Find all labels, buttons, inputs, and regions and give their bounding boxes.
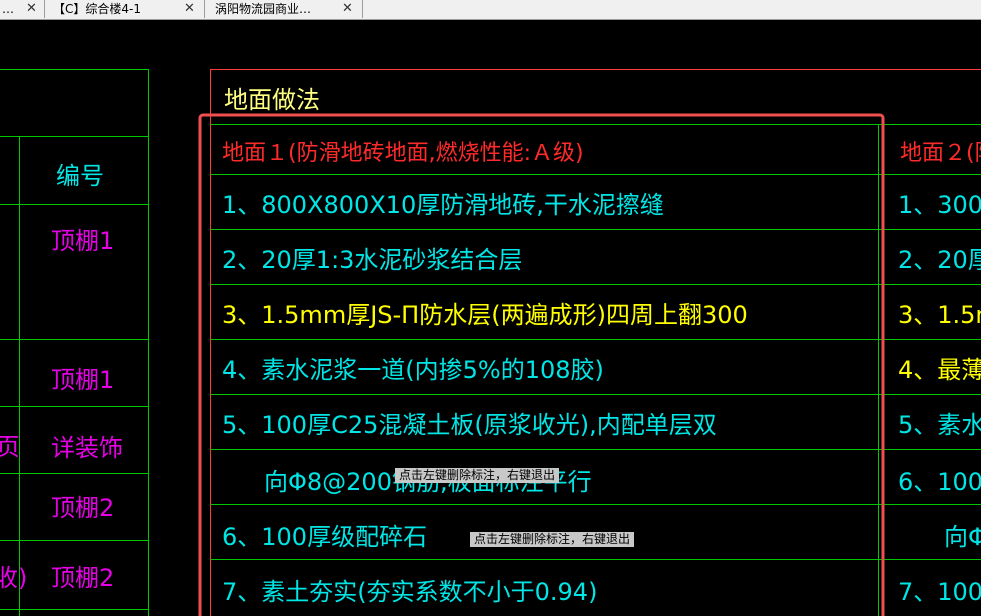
cad-drawing-canvas[interactable]: 编号 顶棚1 顶棚1 详装饰 顶棚2 顶棚2 页 收) 地面做法 地面１(防滑地… bbox=[0, 20, 981, 616]
floor-2-layer: 6、100厚 bbox=[898, 468, 981, 496]
left-table-header: 编号 bbox=[56, 162, 104, 190]
floor-1-layer: 5、100厚C25混凝土板(原浆收光),内配单层双 bbox=[222, 411, 717, 439]
close-icon[interactable]: ✕ bbox=[26, 0, 37, 18]
delete-annotation-hint: 点击左键删除标注，右键退出 bbox=[395, 468, 560, 483]
floor-table-title: 地面做法 bbox=[224, 86, 320, 114]
floor-1-layer: 4、素水泥浆一道(内掺5%的108胶) bbox=[222, 356, 604, 384]
tab-label: 【C】综合楼4-1 bbox=[53, 2, 141, 16]
column-header-floor-1: 地面１(防滑地砖地面,燃烧性能:Ａ级) bbox=[222, 141, 584, 166]
left-edge-fragment: 页 bbox=[0, 433, 20, 461]
floor-2-layer: 7、100厚 bbox=[898, 578, 981, 606]
tab-label: 涡阳物流园商业… bbox=[215, 2, 312, 16]
left-table-cell: 顶棚1 bbox=[51, 366, 114, 394]
tab-woyang-logistics[interactable]: 涡阳物流园商业… ✕ bbox=[205, 0, 363, 18]
close-icon[interactable]: ✕ bbox=[342, 0, 353, 18]
tab-label: … bbox=[2, 2, 14, 16]
left-edge-fragment: 收) bbox=[0, 564, 27, 592]
floor-1-layer: 3、1.5mm厚JS-Π防水层(两遍成形)四周上翻300 bbox=[222, 301, 748, 329]
delete-annotation-hint: 点击左键删除标注，右键退出 bbox=[470, 532, 635, 547]
floor-2-layer: 5、素水泥 bbox=[898, 411, 981, 439]
left-table-cell: 顶棚1 bbox=[51, 227, 114, 255]
floor-2-layer: 4、最薄处 bbox=[898, 356, 981, 384]
tab-previous-drawing[interactable]: … ✕ bbox=[0, 0, 45, 18]
floor-2-layer-continued: 向Φ bbox=[944, 523, 981, 551]
column-header-floor-2: 地面２(防 bbox=[900, 141, 981, 166]
left-table-cell: 顶棚2 bbox=[51, 494, 114, 522]
tab-zonghelou[interactable]: 【C】综合楼4-1 ✕ bbox=[45, 0, 205, 18]
left-table-cell: 详装饰 bbox=[51, 434, 123, 462]
floor-2-layer: 2、20厚 bbox=[898, 246, 981, 274]
left-table-grid bbox=[0, 69, 149, 616]
floor-1-layer: 6、100厚级配碎石 bbox=[222, 523, 427, 551]
floor-2-layer: 3、1.5m bbox=[898, 301, 981, 329]
floor-1-layer: 7、素土夯实(夯实系数不小于0.94) bbox=[222, 578, 597, 606]
document-tab-bar: … ✕ 【C】综合楼4-1 ✕ 涡阳物流园商业… ✕ bbox=[0, 0, 981, 20]
floor-2-layer: 1、300x bbox=[898, 191, 981, 219]
close-icon[interactable]: ✕ bbox=[184, 0, 195, 18]
floor-1-layer: 1、800X800X10厚防滑地砖,干水泥擦缝 bbox=[222, 191, 664, 219]
floor-1-layer: 2、20厚1:3水泥砂浆结合层 bbox=[222, 246, 522, 274]
left-table-cell: 顶棚2 bbox=[51, 564, 114, 592]
